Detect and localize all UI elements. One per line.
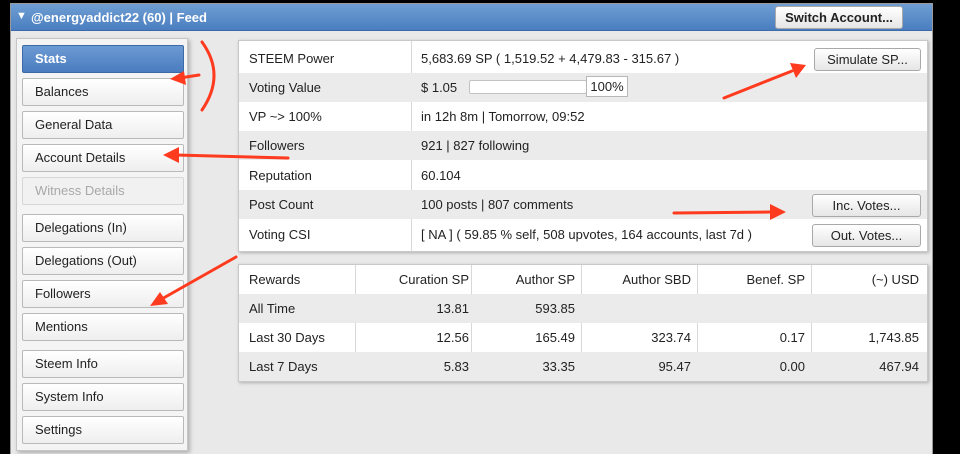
column-header: Rewards [249, 272, 301, 287]
table-row: All Time 13.81 593.85 [239, 294, 927, 323]
table-cell: 0.17 [779, 330, 805, 345]
stat-label: Reputation [249, 168, 312, 183]
sidebar-item-settings[interactable]: Settings [22, 416, 184, 444]
voting-percent-field[interactable]: 100% [586, 76, 628, 97]
stat-label: Voting CSI [249, 227, 311, 242]
stat-value: [ NA ] ( 59.85 % self, 508 upvotes, 164 … [421, 227, 752, 242]
stat-label: VP ~> 100% [249, 109, 322, 124]
table-cell: 0.00 [779, 359, 805, 374]
table-row: Last 7 Days 5.83 33.35 95.47 0.00 467.94 [239, 352, 927, 381]
sidebar-item-system-info[interactable]: System Info [22, 383, 184, 411]
stat-row-steem-power: STEEM Power 5,683.69 SP ( 1,519.52 + 4,4… [239, 44, 927, 73]
table-row: Last 30 Days 12.56 165.49 323.74 0.17 1,… [239, 323, 927, 352]
stat-row-reputation: Reputation 60.104 [239, 161, 927, 190]
sidebar-item-steem-info[interactable]: Steem Info [22, 350, 184, 378]
triangle-down-icon[interactable]: ▼ [16, 10, 27, 22]
sidebar-item-delegations-out[interactable]: Delegations (Out) [22, 247, 184, 275]
rewards-table: Rewards Curation SP Author SP Author SBD… [238, 264, 928, 382]
table-cell: 165.49 [535, 330, 575, 345]
stat-label: Followers [249, 138, 305, 153]
app-window: ▼ @energyaddict22 (60) | Feed Switch Acc… [10, 3, 933, 454]
stat-label: Post Count [249, 197, 314, 212]
column-header: (~) USD [871, 272, 919, 287]
simulate-sp-button[interactable]: Simulate SP... [814, 48, 921, 71]
sidebar-item-witness-details: Witness Details [22, 177, 184, 205]
sidebar-item-mentions[interactable]: Mentions [22, 313, 184, 341]
stat-label: Voting Value [249, 80, 322, 95]
column-header: Benef. SP [746, 272, 805, 287]
table-cell: 593.85 [535, 301, 575, 316]
stat-value: 921 | 827 following [421, 138, 530, 153]
stat-value: 5,683.69 SP ( 1,519.52 + 4,479.83 - 315.… [421, 51, 680, 66]
column-header: Author SP [515, 272, 575, 287]
sidebar-item-stats[interactable]: Stats [22, 45, 184, 73]
table-cell: 12.56 [436, 330, 469, 345]
sidebar: Stats Balances General Data Account Deta… [16, 38, 188, 451]
stat-value: in 12h 8m | Tomorrow, 09:52 [421, 109, 585, 124]
switch-account-button[interactable]: Switch Account... [775, 6, 903, 29]
stat-row-followers: Followers 921 | 827 following [239, 131, 927, 160]
column-header: Curation SP [398, 272, 469, 287]
stats-panel: STEEM Power 5,683.69 SP ( 1,519.52 + 4,4… [238, 40, 928, 252]
table-cell: 95.47 [658, 359, 691, 374]
stat-value: 60.104 [421, 168, 461, 183]
account-title: @energyaddict22 (60) | Feed [31, 10, 207, 25]
title-bar: ▼ @energyaddict22 (60) | Feed Switch Acc… [11, 4, 932, 31]
table-cell: 5.83 [443, 359, 469, 374]
column-header: Author SBD [622, 272, 691, 287]
stat-row-voting-value: Voting Value $ 1.05 100% [239, 73, 927, 102]
sidebar-item-account-details[interactable]: Account Details [22, 144, 184, 172]
table-cell: Last 7 Days [249, 359, 318, 374]
table-cell: 467.94 [879, 359, 919, 374]
sidebar-item-delegations-in[interactable]: Delegations (In) [22, 214, 184, 242]
table-cell: 1,743.85 [868, 330, 919, 345]
sidebar-item-balances[interactable]: Balances [22, 78, 184, 106]
table-cell: 13.81 [436, 301, 469, 316]
table-cell: Last 30 Days [249, 330, 325, 345]
sidebar-item-followers[interactable]: Followers [22, 280, 184, 308]
table-cell: All Time [249, 301, 296, 316]
stat-value: $ 1.05 [421, 80, 458, 95]
out-votes-button[interactable]: Out. Votes... [812, 224, 921, 247]
sidebar-item-general-data[interactable]: General Data [22, 111, 184, 139]
inc-votes-button[interactable]: Inc. Votes... [812, 194, 921, 217]
table-cell: 33.35 [542, 359, 575, 374]
rewards-header-row: Rewards Curation SP Author SP Author SBD… [239, 265, 927, 294]
table-cell: 323.74 [651, 330, 691, 345]
voting-value-bar [469, 80, 587, 94]
stat-value: 100 posts | 807 comments [421, 197, 574, 212]
stat-row-vp: VP ~> 100% in 12h 8m | Tomorrow, 09:52 [239, 102, 927, 131]
stat-label: STEEM Power [249, 51, 335, 66]
